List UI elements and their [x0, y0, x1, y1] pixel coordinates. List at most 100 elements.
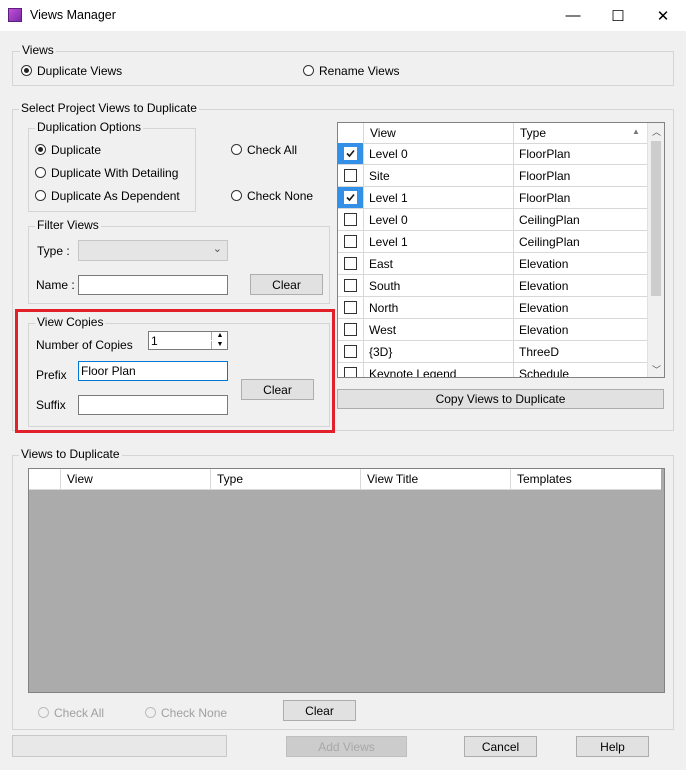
cancel-button[interactable]: Cancel [464, 736, 537, 757]
row-checkbox-cell[interactable] [338, 275, 364, 297]
dup-header-view[interactable]: View [61, 469, 211, 489]
table-row[interactable]: East Elevation [338, 253, 648, 275]
check-none-label[interactable]: Check None [247, 189, 313, 203]
select-views-legend: Select Project Views to Duplicate [19, 101, 199, 115]
add-views-button[interactable]: Add Views [286, 736, 407, 757]
row-view-cell[interactable]: North [364, 297, 514, 319]
duplicate-radio[interactable] [35, 144, 46, 155]
row-type-cell[interactable]: Elevation [514, 297, 648, 319]
table-row[interactable]: Site FloorPlan [338, 165, 648, 187]
sort-ascending-icon: ▲ [632, 127, 640, 136]
checkbox-checked[interactable] [344, 191, 357, 204]
dup-check-none-radio[interactable] [145, 707, 156, 718]
row-checkbox-cell[interactable] [338, 209, 364, 231]
checkbox[interactable] [344, 301, 357, 314]
row-view-cell[interactable]: Site [364, 165, 514, 187]
maximize-button[interactable]: ☐ [595, 0, 641, 31]
views-mode-legend: Views [20, 43, 56, 57]
row-checkbox-cell[interactable] [338, 187, 364, 209]
check-all-label[interactable]: Check All [247, 143, 297, 157]
row-view-cell[interactable]: Level 0 [364, 143, 514, 165]
checkbox[interactable] [344, 345, 357, 358]
project-views-grid[interactable]: View Type ▲ Level 0 FloorPlan Site FloorPla… [337, 122, 665, 378]
row-view-cell[interactable]: Level 1 [364, 187, 514, 209]
duplicate-views-label[interactable]: Duplicate Views [37, 64, 122, 78]
table-row[interactable]: Level 1 CeilingPlan [338, 231, 648, 253]
type-dropdown[interactable]: ⌄ [78, 240, 228, 261]
checkbox[interactable] [344, 213, 357, 226]
row-checkbox-cell[interactable] [338, 231, 364, 253]
close-button[interactable]: ✕ [640, 0, 686, 31]
table-row[interactable]: South Elevation [338, 275, 648, 297]
row-type-cell[interactable]: FloorPlan [514, 165, 648, 187]
row-type-cell[interactable]: CeilingPlan [514, 209, 648, 231]
row-type-cell[interactable]: Schedule [514, 363, 648, 377]
row-checkbox-cell[interactable] [338, 297, 364, 319]
row-checkbox-cell[interactable] [338, 143, 364, 165]
row-type-cell[interactable]: Elevation [514, 253, 648, 275]
row-view-cell[interactable]: Level 1 [364, 231, 514, 253]
scroll-down-icon[interactable]: ﹀ [652, 363, 661, 376]
checkbox[interactable] [344, 323, 357, 336]
row-type-cell[interactable]: Elevation [514, 275, 648, 297]
dup-check-all-radio[interactable] [38, 707, 49, 718]
dup-clear-button[interactable]: Clear [283, 700, 356, 721]
table-row[interactable]: Level 0 FloorPlan [338, 143, 648, 165]
dup-check-all-label[interactable]: Check All [54, 706, 104, 720]
row-checkbox-cell[interactable] [338, 253, 364, 275]
grid-scrollbar[interactable]: ︿ ﹀ [647, 123, 664, 377]
table-row[interactable]: Level 1 FloorPlan [338, 187, 648, 209]
checkbox-checked[interactable] [344, 147, 357, 160]
row-type-cell[interactable]: FloorPlan [514, 143, 648, 165]
rename-views-radio[interactable] [303, 65, 314, 76]
checkbox[interactable] [344, 367, 357, 377]
dup-header-type[interactable]: Type [211, 469, 361, 489]
checkbox[interactable] [344, 279, 357, 292]
scroll-up-icon[interactable]: ︿ [652, 125, 661, 138]
row-type-cell[interactable]: Elevation [514, 319, 648, 341]
table-row[interactable]: North Elevation [338, 297, 648, 319]
row-checkbox-cell[interactable] [338, 165, 364, 187]
table-row[interactable]: Level 0 CeilingPlan [338, 209, 648, 231]
row-checkbox-cell[interactable] [338, 363, 364, 377]
checkbox[interactable] [344, 169, 357, 182]
row-type-cell[interactable]: FloorPlan [514, 187, 648, 209]
row-type-cell[interactable]: CeilingPlan [514, 231, 648, 253]
grid-header-view[interactable]: View [364, 123, 514, 143]
progress-bar [12, 735, 227, 757]
dup-header-templates[interactable]: Templates [511, 469, 661, 489]
grid-header-type[interactable]: Type [514, 123, 648, 143]
dup-header-title[interactable]: View Title [361, 469, 511, 489]
row-type-cell[interactable]: ThreeD [514, 341, 648, 363]
row-checkbox-cell[interactable] [338, 341, 364, 363]
minimize-button[interactable]: — [550, 0, 596, 31]
row-view-cell[interactable]: East [364, 253, 514, 275]
filter-clear-button[interactable]: Clear [250, 274, 323, 295]
dup-check-none-label[interactable]: Check None [161, 706, 227, 720]
checkbox[interactable] [344, 257, 357, 270]
duplicate-as-dependent-radio[interactable] [35, 190, 46, 201]
table-row[interactable]: West Elevation [338, 319, 648, 341]
name-filter-input[interactable] [78, 275, 228, 295]
duplicate-as-dependent-label[interactable]: Duplicate As Dependent [51, 189, 180, 203]
copy-views-button[interactable]: Copy Views to Duplicate [337, 389, 664, 409]
checkbox[interactable] [344, 235, 357, 248]
scrollbar-thumb[interactable] [651, 141, 661, 296]
check-none-radio[interactable] [231, 190, 242, 201]
row-view-cell[interactable]: South [364, 275, 514, 297]
duplicate-with-detailing-label[interactable]: Duplicate With Detailing [51, 166, 178, 180]
views-to-duplicate-grid[interactable]: View Type View Title Templates [28, 468, 665, 693]
duplicate-with-detailing-radio[interactable] [35, 167, 46, 178]
check-all-radio[interactable] [231, 144, 242, 155]
row-view-cell[interactable]: West [364, 319, 514, 341]
help-button[interactable]: Help [576, 736, 649, 757]
duplicate-views-radio[interactable] [21, 65, 32, 76]
row-view-cell[interactable]: {3D} [364, 341, 514, 363]
row-checkbox-cell[interactable] [338, 319, 364, 341]
table-row[interactable]: Keynote Legend Schedule [338, 363, 648, 377]
row-view-cell[interactable]: Keynote Legend [364, 363, 514, 377]
row-view-cell[interactable]: Level 0 [364, 209, 514, 231]
rename-views-label[interactable]: Rename Views [319, 64, 399, 78]
table-row[interactable]: {3D} ThreeD [338, 341, 648, 363]
duplicate-label[interactable]: Duplicate [51, 143, 101, 157]
